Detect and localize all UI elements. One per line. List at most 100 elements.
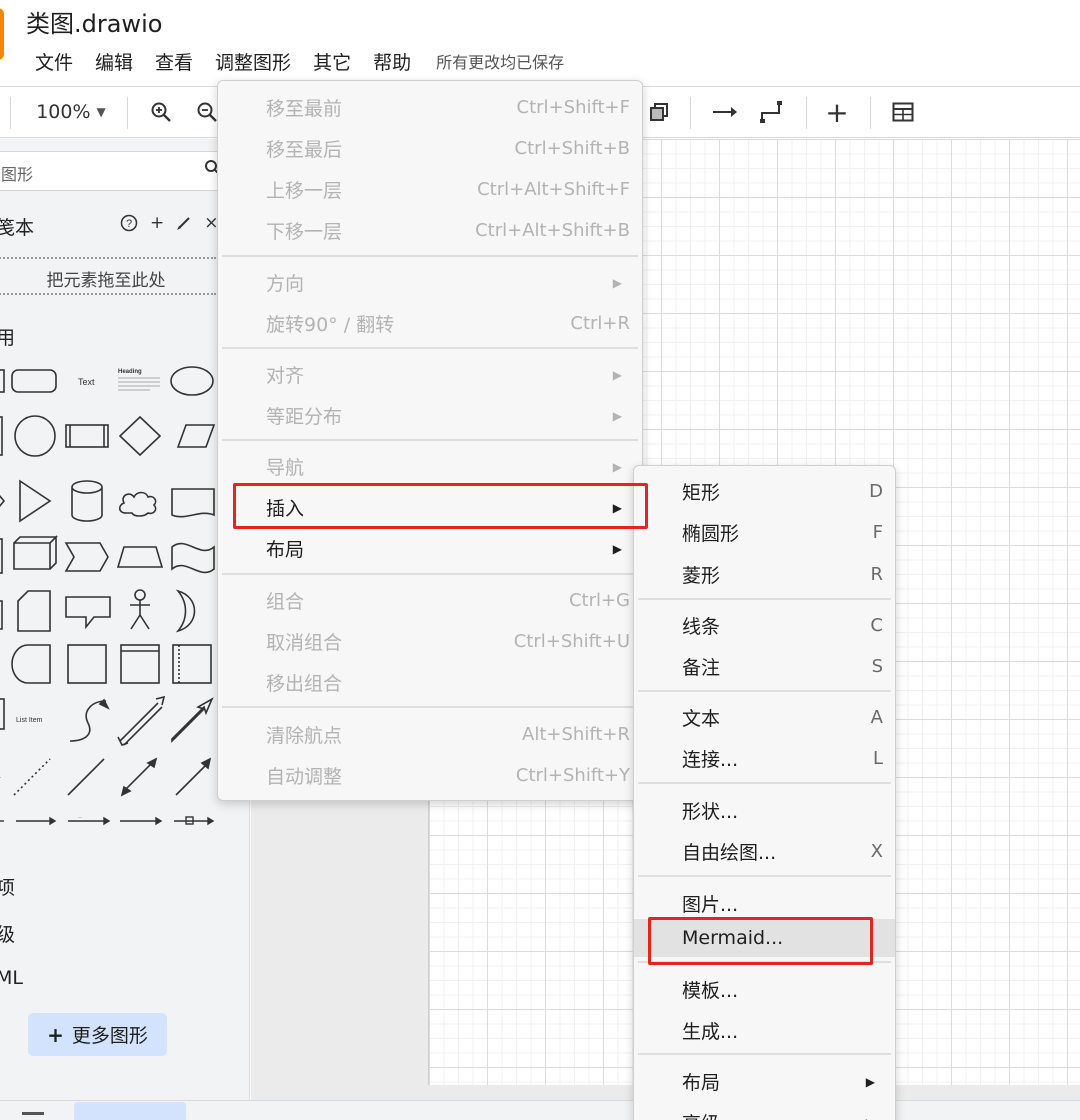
insert-line[interactable]: 线条 C <box>634 605 895 646</box>
insert-text[interactable]: 文本 A <box>634 697 895 738</box>
general-section-title[interactable]: 用 <box>0 323 15 350</box>
menu-item-rotate-flip[interactable]: 旋转90° / 翻转 Ctrl+R <box>218 303 642 344</box>
shadow-icon[interactable] <box>644 87 674 137</box>
menu-extras[interactable]: 其它 <box>302 48 362 75</box>
menu-arrange[interactable]: 调整图形 <box>204 48 302 75</box>
sidebar-section-partial-2[interactable]: 级 <box>0 920 15 947</box>
more-shapes-button[interactable]: + 更多图形 <box>28 1013 167 1056</box>
menu-item-ungroup[interactable]: 取消组合 Ctrl+Shift+U <box>218 621 642 662</box>
general-shapes-palette[interactable]: Text Heading List Item <box>0 349 250 829</box>
insert-image[interactable]: 图片... <box>634 883 895 924</box>
shape-ellipse[interactable] <box>170 366 214 396</box>
menu-item-group[interactable]: 组合 Ctrl+G <box>218 580 642 621</box>
shape-cylinder[interactable] <box>71 480 103 522</box>
shape-tape[interactable] <box>171 542 215 574</box>
table-icon[interactable] <box>888 87 918 137</box>
pages-menu-icon[interactable] <box>22 1112 44 1115</box>
shape-search-input[interactable]: 图形 <box>0 151 232 191</box>
shape-list-item[interactable]: List Item <box>16 717 43 724</box>
shape-data-storage[interactable] <box>11 644 51 684</box>
shape-or[interactable] <box>175 589 196 633</box>
shape-cube[interactable] <box>13 535 58 570</box>
menu-item-to-front[interactable]: 移至最前 Ctrl+Shift+F <box>218 87 642 128</box>
shape-square[interactable] <box>67 644 107 684</box>
shape-trapezoid[interactable] <box>116 546 164 568</box>
menu-item-direction[interactable]: 方向 ▶ <box>218 262 642 303</box>
insert-freehand[interactable]: 自由绘图... X <box>634 831 895 872</box>
shape-circle[interactable] <box>14 415 56 457</box>
menu-file[interactable]: 文件 <box>24 48 84 75</box>
shape-triangle[interactable] <box>19 479 52 523</box>
shape-document[interactable] <box>171 488 215 518</box>
menu-item-bring-forward[interactable]: 上移一层 Ctrl+Alt+Shift+F <box>218 169 642 210</box>
shape-partial[interactable] <box>0 600 3 630</box>
waypoints-icon[interactable] <box>756 87 788 137</box>
sidebar-section-partial-3[interactable]: ML <box>0 967 23 989</box>
shape-partial[interactable] <box>0 416 3 456</box>
shape-arrow[interactable] <box>171 697 214 743</box>
menu-item-insert[interactable]: 插入 ▶ <box>218 487 642 528</box>
connection-arrow-icon[interactable] <box>708 87 740 137</box>
zoom-in-icon[interactable] <box>146 87 176 137</box>
shape-rectangle-partial[interactable] <box>0 369 5 393</box>
insert-template[interactable]: 模板... <box>634 969 895 1010</box>
insert-advanced[interactable]: 高级▶ <box>634 1102 895 1120</box>
shape-card[interactable] <box>17 590 51 632</box>
insert-layout[interactable]: 布局 ▶ <box>634 1061 895 1102</box>
pencil-icon[interactable] <box>176 215 192 231</box>
shape-text[interactable]: Text <box>78 377 95 387</box>
menu-edit[interactable]: 编辑 <box>84 48 144 75</box>
shape-bidirectional-arrow[interactable] <box>117 695 166 746</box>
menu-item-remove-from-group[interactable]: 移出组合 <box>218 662 642 703</box>
toolbar-divider <box>690 97 691 129</box>
shape-cloud[interactable] <box>118 491 157 517</box>
menu-item-align[interactable]: 对齐 ▶ <box>218 354 642 395</box>
insert-shape[interactable]: 形状... <box>634 790 895 831</box>
menu-help[interactable]: 帮助 <box>362 48 422 75</box>
insert-link[interactable]: 连接... L <box>634 738 895 779</box>
connector-styles-row[interactable]: — <box>0 811 220 831</box>
menu-item-send-backward[interactable]: 下移一层 Ctrl+Alt+Shift+B <box>218 210 642 251</box>
menu-item-distribute[interactable]: 等距分布 ▶ <box>218 395 642 436</box>
sidebar-section-partial-1[interactable]: 项 <box>0 873 15 900</box>
shape-callout[interactable] <box>65 596 111 630</box>
help-icon[interactable]: ? <box>120 214 138 232</box>
insert-ellipse[interactable]: 椭圆形 F <box>634 512 895 553</box>
shape-rounded-rectangle[interactable] <box>11 369 57 393</box>
insert-note[interactable]: 备注 S <box>634 646 895 687</box>
shape-dotted-line[interactable] <box>13 758 51 796</box>
menu-item-to-back[interactable]: 移至最后 Ctrl+Shift+B <box>218 128 642 169</box>
toolbar-divider <box>127 97 128 129</box>
add-icon[interactable]: + <box>150 213 164 233</box>
document-title[interactable]: 类图.drawio <box>26 4 162 39</box>
zoom-dropdown[interactable]: 100% ▼ <box>30 87 112 137</box>
menu-item-navigation[interactable]: 导航 ▶ <box>218 446 642 487</box>
insert-rectangle[interactable]: 矩形 D <box>634 471 895 512</box>
shape-partial[interactable] <box>0 489 6 513</box>
scratchpad-drop-zone[interactable]: 把元素拖至此处 <box>0 257 216 295</box>
shape-partial[interactable] <box>0 538 3 574</box>
menu-item-autosize[interactable]: 自动调整 Ctrl+Shift+Y <box>218 755 642 796</box>
shape-curve[interactable] <box>69 700 107 742</box>
shape-bidirectional-connector[interactable] <box>123 760 155 792</box>
shape-actor[interactable] <box>139 614 150 630</box>
insert-generate[interactable]: 生成... <box>634 1010 895 1051</box>
menu-item-clear-waypoints[interactable]: 清除航点 Alt+Shift+R <box>218 714 642 755</box>
scratchpad-title[interactable]: 笺本 <box>0 213 34 240</box>
menu-view[interactable]: 查看 <box>144 48 204 75</box>
insert-mermaid[interactable]: Mermaid... <box>634 919 895 957</box>
toolbar-divider <box>870 97 871 129</box>
shape-line[interactable] <box>67 758 105 796</box>
shape-heading[interactable]: Heading <box>118 369 142 375</box>
shape-directional-connector[interactable] <box>175 764 207 796</box>
shape-partial[interactable] <box>0 698 5 730</box>
shape-step[interactable] <box>64 542 109 572</box>
insert-plus-icon[interactable]: + <box>822 87 852 137</box>
insert-rhombus[interactable]: 菱形 R <box>634 554 895 595</box>
shape-parallelogram[interactable] <box>176 424 216 448</box>
shape-process[interactable] <box>65 424 109 448</box>
page-tab-active[interactable] <box>74 1102 186 1120</box>
menubar: 文件 编辑 查看 调整图形 其它 帮助 所有更改均已保存 <box>24 44 564 78</box>
shape-diamond[interactable] <box>118 415 162 457</box>
menu-item-layout[interactable]: 布局 ▶ <box>218 528 642 569</box>
